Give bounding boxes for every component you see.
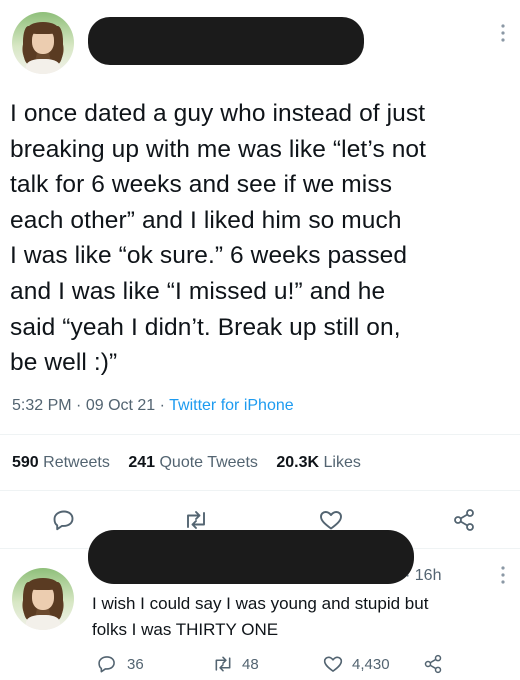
reply-like-button[interactable]: 4,430 [322, 654, 390, 674]
reply-timestamp[interactable]: · 16h [405, 567, 441, 585]
retweets-label: Retweets [43, 454, 110, 471]
quotes-stat[interactable]: 241 Quote Tweets [128, 454, 258, 471]
meta-separator: · [159, 397, 165, 414]
retweet-icon [215, 656, 231, 672]
reply-share-button[interactable] [423, 654, 443, 674]
share-icon [424, 654, 442, 674]
reply-more-options-icon[interactable] [500, 566, 506, 584]
heart-icon [320, 511, 342, 530]
divider [0, 434, 520, 435]
retweet-button[interactable] [183, 508, 209, 532]
quotes-count: 241 [128, 454, 156, 471]
reply-retweet-button[interactable]: 48 [212, 654, 259, 674]
tweet-source-link[interactable]: Twitter for iPhone [169, 397, 294, 414]
tweet-text: I once dated a guy who instead of just b… [10, 100, 427, 377]
avatar-shirt [25, 615, 61, 630]
reply-author-avatar[interactable] [12, 568, 74, 630]
divider [0, 490, 520, 491]
likes-label: Likes [323, 454, 361, 471]
tweet-meta: 5:32 PM · 09 Oct 21 · Twitter for iPhone [12, 397, 294, 415]
reply-icon [98, 656, 115, 673]
retweets-stat[interactable]: 590 Retweets [12, 454, 110, 471]
tweet-date[interactable]: 09 Oct 21 [86, 397, 155, 414]
likes-count: 20.3K [276, 454, 320, 471]
share-icon [454, 509, 474, 531]
quotes-label: Quote Tweets [159, 454, 258, 471]
reply-icon [53, 510, 74, 531]
tweet-time[interactable]: 5:32 PM [12, 397, 72, 414]
more-options-icon[interactable] [500, 24, 506, 42]
avatar-bangs [28, 577, 58, 591]
reply-reply-button[interactable]: 36 [97, 654, 144, 674]
reply-author-name-redaction [88, 530, 414, 584]
retweet-icon [187, 511, 205, 529]
heart-icon [323, 656, 343, 672]
meta-separator: · [76, 397, 82, 414]
share-button[interactable] [452, 508, 476, 532]
likes-stat[interactable]: 20.3K Likes [276, 454, 361, 471]
like-button[interactable] [318, 508, 344, 532]
avatar-bangs [28, 21, 58, 35]
author-avatar[interactable] [12, 12, 74, 74]
reply-count: 36 [127, 655, 144, 673]
like-count: 4,430 [352, 655, 390, 673]
retweet-count: 48 [242, 655, 259, 673]
reply-button[interactable] [52, 508, 76, 532]
reply-text: I wish I could say I was young and stupi… [92, 594, 429, 639]
avatar-shirt [25, 59, 61, 74]
tweet-stats: 590 Retweets 241 Quote Tweets 20.3K Like… [12, 454, 361, 472]
author-name-redaction [88, 17, 364, 65]
retweets-count: 590 [12, 454, 39, 471]
